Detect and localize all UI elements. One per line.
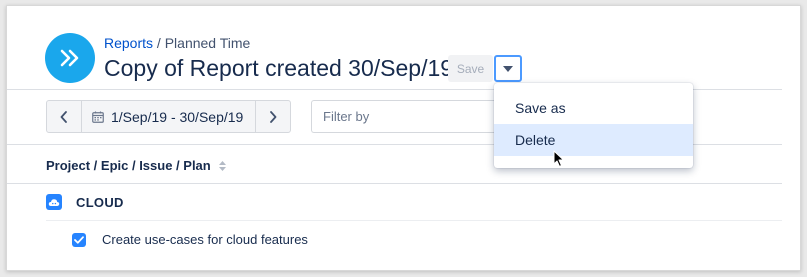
- caret-down-icon: [503, 65, 513, 72]
- mouse-pointer-icon: [553, 150, 564, 167]
- save-options-dropdown-button[interactable]: [494, 55, 522, 82]
- filter-input[interactable]: Filter by: [311, 100, 511, 133]
- app-logo[interactable]: [45, 33, 95, 83]
- sort-icon[interactable]: [218, 160, 226, 171]
- previous-period-button[interactable]: [47, 101, 82, 132]
- checkbox-checked-icon[interactable]: [72, 232, 86, 247]
- menu-item-save-as[interactable]: Save as: [494, 92, 693, 124]
- save-options-menu: Save as Delete: [494, 83, 693, 168]
- chevron-right-icon: [270, 110, 277, 123]
- menu-item-delete[interactable]: Delete: [494, 124, 693, 156]
- chevron-left-icon: [60, 110, 67, 123]
- table-header-divider: [7, 183, 782, 184]
- breadcrumb: Reports / Planned Time: [104, 35, 250, 51]
- breadcrumb-reports-link[interactable]: Reports: [104, 35, 153, 51]
- filter-placeholder: Filter by: [323, 109, 370, 124]
- table-row[interactable]: CLOUD: [46, 194, 124, 210]
- cloud-project-icon: [46, 194, 62, 210]
- breadcrumb-separator: /: [153, 35, 165, 51]
- breadcrumb-current: Planned Time: [164, 35, 251, 51]
- report-window: Reports / Planned Time Copy of Report cr…: [6, 5, 801, 271]
- page-title: Copy of Report created 30/Sep/19: [104, 55, 454, 81]
- date-range-picker[interactable]: 1/Sep/19 - 30/Sep/19: [82, 101, 255, 132]
- row-divider: [46, 220, 782, 221]
- date-navigator: 1/Sep/19 - 30/Sep/19: [46, 100, 291, 133]
- issue-title: Create use-cases for cloud features: [102, 232, 308, 247]
- double-chevron-right-icon: [60, 49, 79, 67]
- column-header-project[interactable]: Project / Epic / Issue / Plan: [46, 158, 226, 173]
- column-header-label: Project / Epic / Issue / Plan: [46, 158, 211, 173]
- calendar-icon: [92, 111, 104, 123]
- project-name: CLOUD: [76, 194, 124, 210]
- table-row[interactable]: Create use-cases for cloud features: [72, 232, 308, 247]
- next-period-button[interactable]: [255, 101, 290, 132]
- date-range-label: 1/Sep/19 - 30/Sep/19: [111, 108, 244, 125]
- save-button[interactable]: Save: [448, 55, 493, 82]
